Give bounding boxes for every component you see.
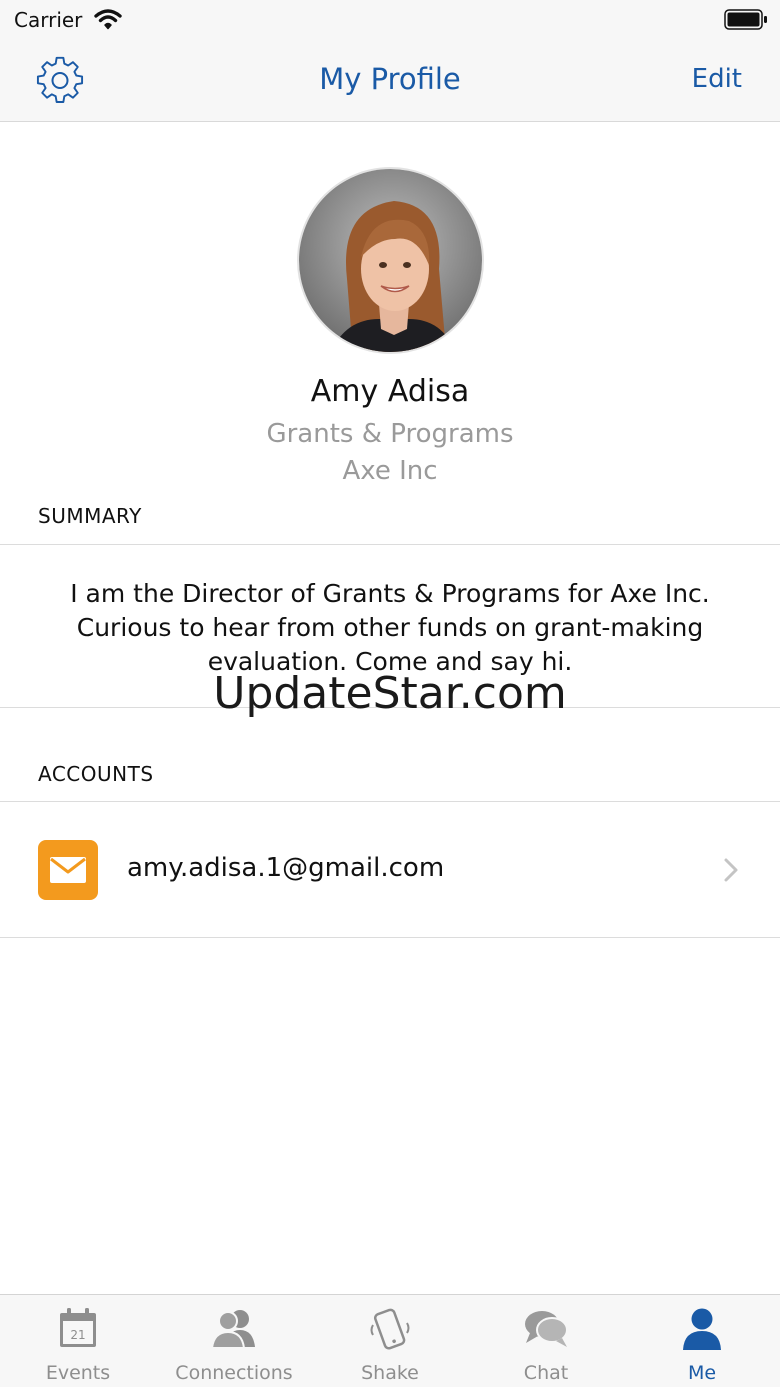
calendar-day: 21 (70, 1328, 85, 1342)
people-icon (209, 1307, 259, 1353)
navigation-bar: My Profile Edit (0, 42, 780, 122)
tab-connections[interactable]: Connections (156, 1295, 312, 1387)
chevron-right-icon (722, 857, 740, 887)
chat-icon (522, 1307, 570, 1353)
tab-label: Events (45, 1362, 111, 1384)
profile-job-title: Grants & Programs (266, 419, 514, 449)
calendar-icon: 21 (58, 1307, 98, 1353)
status-bar: Carrier (0, 0, 780, 42)
edit-button[interactable]: Edit (692, 64, 742, 94)
tab-bar: 21 Events Connections Shake Chat Me (0, 1294, 780, 1387)
carrier-label: Carrier (14, 8, 83, 32)
divider (0, 937, 780, 938)
tab-label: Me (687, 1362, 717, 1384)
battery-icon (724, 9, 768, 35)
profile-name: Amy Adisa (310, 374, 470, 409)
summary-header: SUMMARY (38, 504, 142, 528)
summary-text: I am the Director of Grants & Programs f… (70, 579, 710, 676)
profile-company: Axe Inc (342, 456, 438, 486)
page-title: My Profile (319, 62, 461, 96)
accounts-header: ACCOUNTS (38, 762, 154, 786)
tab-label: Chat (523, 1362, 569, 1384)
tab-label: Connections (175, 1362, 293, 1384)
divider (0, 544, 780, 545)
account-row-email[interactable]: amy.adisa.1@gmail.com (0, 803, 780, 937)
shake-phone-icon (367, 1307, 413, 1357)
tab-me[interactable]: Me (624, 1295, 780, 1387)
tab-label: Shake (361, 1362, 419, 1384)
tab-shake[interactable]: Shake (312, 1295, 468, 1387)
tab-chat[interactable]: Chat (468, 1295, 624, 1387)
person-icon (681, 1307, 723, 1355)
wifi-icon (94, 8, 122, 34)
watermark-text: UpdateStar.com (213, 668, 567, 719)
divider (0, 801, 780, 802)
account-email: amy.adisa.1@gmail.com (127, 853, 445, 883)
tab-events[interactable]: 21 Events (0, 1295, 156, 1387)
avatar (297, 167, 484, 354)
mail-icon (38, 840, 98, 900)
